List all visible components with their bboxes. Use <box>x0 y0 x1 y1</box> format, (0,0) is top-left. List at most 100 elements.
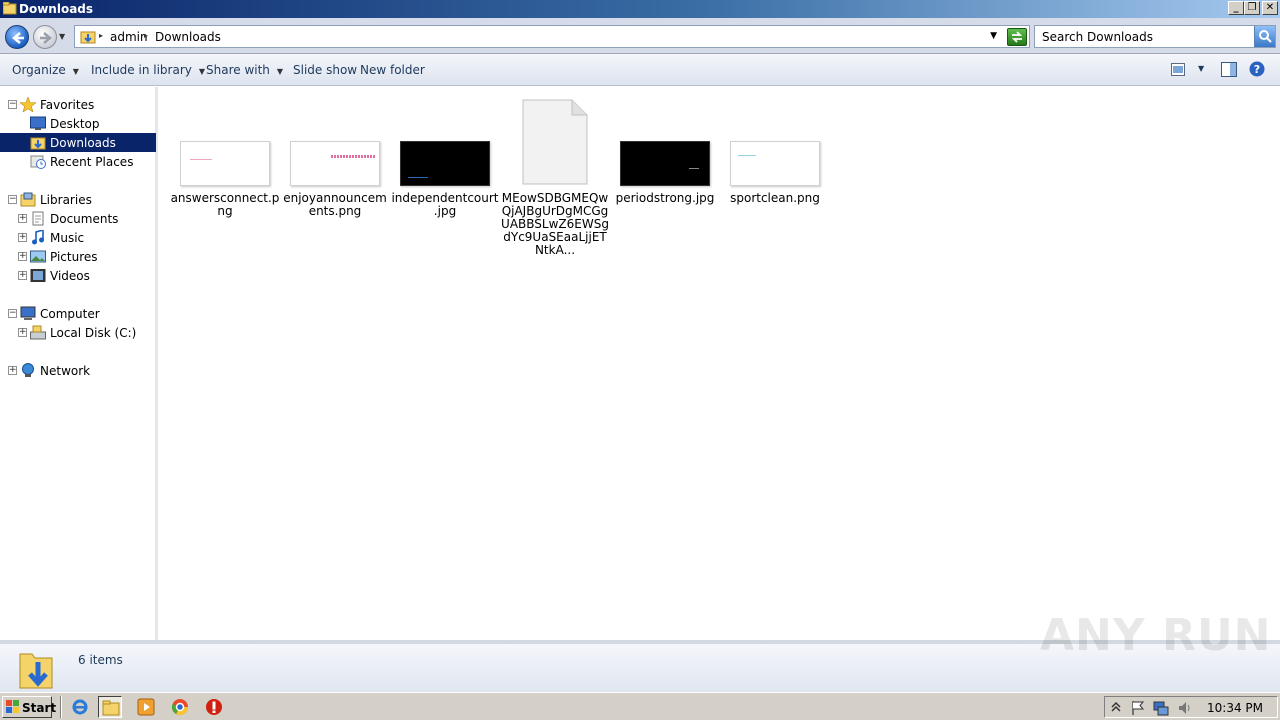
nav-network[interactable]: + Network <box>0 361 156 380</box>
clock[interactable]: 10:34 PM <box>1207 701 1263 715</box>
file-list: answersconnect.png enjoyannouncements.pn… <box>160 87 1280 640</box>
folder-download-icon <box>19 653 53 689</box>
preview-pane-icon[interactable] <box>1221 62 1237 77</box>
internet-explorer-taskbar-button[interactable] <box>68 696 92 718</box>
command-bar: Organize ▼ Include in library ▼ Share with… <box>0 54 1280 86</box>
media-player-taskbar-button[interactable] <box>134 696 158 718</box>
image-thumbnail <box>180 141 270 186</box>
folder-download-icon <box>80 31 96 44</box>
chevron-down-icon: ▼ <box>72 67 79 76</box>
start-button[interactable]: Start <box>2 696 56 718</box>
details-pane: 6 items ANY RUN <box>0 610 1280 692</box>
include-in-library-button[interactable]: Include in library ▼ <box>91 63 205 77</box>
search-input[interactable]: Search Downloads <box>1034 25 1276 48</box>
start-label: Start <box>22 701 57 715</box>
nav-music[interactable]: + Music <box>0 228 156 247</box>
recent-pages-dropdown[interactable]: ▼ <box>59 32 65 41</box>
nav-computer-label: Computer <box>40 307 100 321</box>
navigation-pane: − Favorites Desktop Downloads Recent Pla… <box>0 87 158 640</box>
taskbar: Start 10:34 PM <box>0 692 1280 720</box>
explorer-taskbar-button[interactable] <box>98 696 122 718</box>
item-count: 6 items <box>78 653 123 667</box>
slide-show-button[interactable]: Slide show <box>293 63 357 77</box>
nav-pictures-label: Pictures <box>50 250 98 264</box>
stop-icon <box>206 699 222 715</box>
search-button[interactable] <box>1254 26 1275 47</box>
share-with-button[interactable]: Share with ▼ <box>206 63 283 77</box>
expand-icon[interactable]: + <box>18 271 27 280</box>
pictures-icon <box>30 250 46 263</box>
organize-button[interactable]: Organize ▼ <box>12 63 79 77</box>
folder-icon <box>102 700 120 716</box>
file-name: enjoyannouncements.png <box>283 191 387 218</box>
stop-app-taskbar-button[interactable] <box>202 696 226 718</box>
expand-icon[interactable]: + <box>8 366 17 375</box>
nav-desktop[interactable]: Desktop <box>0 114 156 133</box>
nav-recent-places-label: Recent Places <box>50 155 134 169</box>
address-history-dropdown[interactable]: ▼ <box>990 31 997 41</box>
nav-desktop-label: Desktop <box>50 117 100 131</box>
forward-button[interactable] <box>33 25 57 49</box>
title-bar: Downloads _ ❐ ✕ <box>0 0 1280 18</box>
chrome-taskbar-button[interactable] <box>168 696 192 718</box>
show-hidden-icons-icon[interactable] <box>1111 700 1121 714</box>
expand-icon[interactable]: + <box>18 252 27 261</box>
volume-icon[interactable] <box>1177 700 1193 716</box>
chevron-down-icon: ▼ <box>198 67 206 76</box>
nav-downloads[interactable]: Downloads <box>0 133 156 152</box>
expand-icon[interactable]: + <box>18 233 27 242</box>
help-icon[interactable]: ? <box>1249 61 1265 77</box>
recent-places-icon <box>30 155 46 169</box>
nav-videos[interactable]: + Videos <box>0 266 156 285</box>
nav-libraries[interactable]: − Libraries <box>0 190 156 209</box>
file-name: MEowSDBGMEQwQjAJBgUrDgMCGgUABBSLwZ6EWSgd… <box>501 191 609 257</box>
crumb-admin[interactable]: admin <box>110 30 148 44</box>
watermark-logo: ANY RUN <box>1040 610 1272 661</box>
collapse-icon[interactable]: − <box>8 309 17 318</box>
crumb-downloads[interactable]: Downloads <box>155 30 221 44</box>
windows-logo-icon <box>6 700 19 713</box>
nav-recent-places[interactable]: Recent Places <box>0 152 156 171</box>
restore-button[interactable]: ❐ <box>1244 1 1260 15</box>
expand-icon[interactable]: + <box>18 214 27 223</box>
breadcrumb[interactable]: ▸ admin ▸ Downloads ▼ <box>74 25 1030 48</box>
image-thumbnail <box>290 141 380 186</box>
system-tray: 10:34 PM <box>1104 696 1278 718</box>
file-name: periodstrong.jpg <box>615 191 715 205</box>
file-name: answersconnect.png <box>170 191 280 218</box>
collapse-icon[interactable]: − <box>8 100 17 109</box>
flag-icon[interactable] <box>1130 700 1146 716</box>
nav-favorites-label: Favorites <box>40 98 95 112</box>
network-status-icon[interactable] <box>1153 700 1169 716</box>
media-player-icon <box>137 698 155 716</box>
star-icon <box>20 97 36 112</box>
share-with-label: Share with <box>206 63 270 77</box>
nav-favorites[interactable]: − Favorites <box>0 95 156 114</box>
new-folder-button[interactable]: New folder <box>360 63 425 77</box>
image-thumbnail <box>730 141 820 186</box>
back-button[interactable] <box>5 25 29 49</box>
arrow-right-icon <box>40 32 52 44</box>
nav-computer[interactable]: − Computer <box>0 304 156 323</box>
arrow-left-icon <box>12 32 24 44</box>
include-in-library-label: Include in library <box>91 63 192 77</box>
file-name: independentcourt.jpg <box>391 191 499 218</box>
refresh-icon <box>1011 31 1023 43</box>
chevron-right-icon[interactable]: ▸ <box>99 31 103 40</box>
change-view-icon[interactable] <box>1171 63 1185 76</box>
nav-downloads-label: Downloads <box>50 136 116 150</box>
search-icon <box>1259 30 1272 43</box>
chrome-icon <box>171 699 189 716</box>
view-options-dropdown[interactable]: ▼ <box>1198 64 1204 73</box>
nav-local-disk[interactable]: + Local Disk (C:) <box>0 323 156 342</box>
expand-icon[interactable]: + <box>18 328 27 337</box>
folder-icon <box>3 2 17 15</box>
nav-documents[interactable]: + Documents <box>0 209 156 228</box>
chevron-right-icon[interactable]: ▸ <box>144 31 148 40</box>
collapse-icon[interactable]: − <box>8 195 17 204</box>
close-button[interactable]: ✕ <box>1262 1 1278 15</box>
documents-icon <box>32 211 44 226</box>
nav-pictures[interactable]: + Pictures <box>0 247 156 266</box>
minimize-button[interactable]: _ <box>1228 1 1244 15</box>
refresh-button[interactable] <box>1007 28 1027 46</box>
